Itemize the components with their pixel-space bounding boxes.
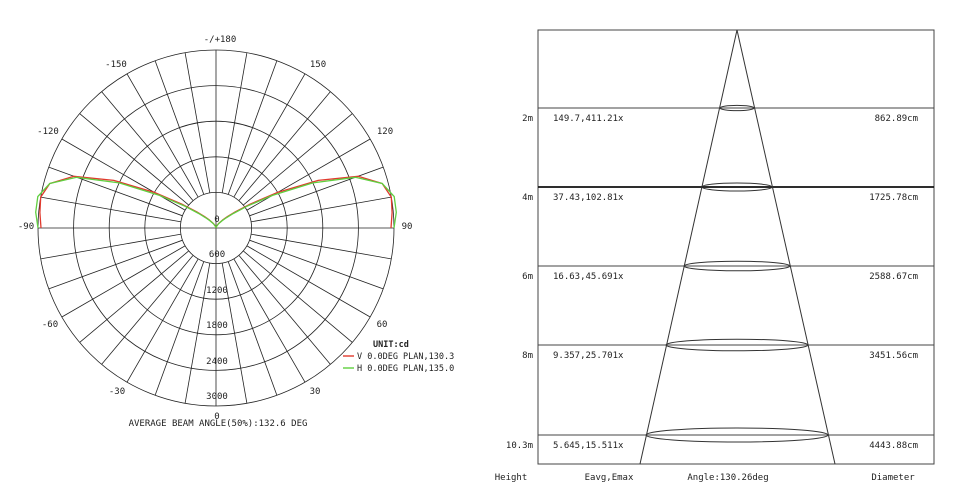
angle-label-180: -/+180 xyxy=(204,35,237,45)
angle-label-60: 60 xyxy=(377,320,388,330)
polar-spoke xyxy=(154,261,205,396)
row-diameter: 4443.88cm xyxy=(869,441,918,451)
row-height: 2m xyxy=(522,114,533,124)
polar-spoke xyxy=(126,258,199,383)
polar-spoke xyxy=(154,60,205,195)
polar-spoke xyxy=(249,239,384,290)
polar-spoke xyxy=(40,196,181,223)
row-diameter: 3451.56cm xyxy=(869,351,918,361)
angle-label-30: 30 xyxy=(310,387,321,397)
polar-spoke xyxy=(101,91,194,201)
polar-spoke xyxy=(184,52,211,193)
row-diameter: 1725.78cm xyxy=(869,193,918,203)
polar-spoke xyxy=(251,233,392,260)
polar-spoke xyxy=(238,91,331,201)
row-height: 10.3m xyxy=(506,441,533,451)
polar-spoke xyxy=(227,60,278,195)
polar-spoke xyxy=(227,261,278,396)
angle-label-150: 150 xyxy=(310,60,326,70)
polar-spoke xyxy=(61,245,186,318)
angle-label-90: 90 xyxy=(402,222,413,232)
radial-label-1800: 1800 xyxy=(206,321,228,331)
cone-frame xyxy=(537,29,935,465)
angle-label-neg90: -90 xyxy=(18,222,34,232)
row-eavg-emax: 149.7,411.21x xyxy=(553,114,624,124)
footer-diameter: Diameter xyxy=(871,473,915,483)
polar-spoke xyxy=(221,263,248,404)
polar-spoke xyxy=(40,233,181,260)
polar-spoke xyxy=(251,196,392,223)
polar-spoke xyxy=(48,166,183,217)
row-diameter: 862.89cm xyxy=(875,114,918,124)
polar-spoke xyxy=(243,113,353,206)
radial-label-0: 0 xyxy=(214,215,219,225)
polar-spoke xyxy=(126,73,199,198)
polar-plot: -/+180 150 -150 120 -120 90 -90 60 -60 3… xyxy=(18,35,454,429)
cone-diagram: 2m 149.7,411.21x 862.89cm 4m 37.43,102.8… xyxy=(495,29,935,483)
radial-label-1200: 1200 xyxy=(206,286,228,296)
row-eavg-emax: 16.63,45.691x xyxy=(553,272,624,282)
polar-spoke xyxy=(221,52,248,193)
polar-spoke xyxy=(61,138,186,211)
angle-label-120: 120 xyxy=(377,127,393,137)
radial-label-600: 600 xyxy=(209,250,225,260)
polar-spoke xyxy=(233,258,306,383)
polar-spoke xyxy=(233,73,306,198)
legend-label-v: V 0.0DEG PLAN,130.3 xyxy=(357,352,454,362)
polar-spoke xyxy=(246,245,371,318)
polar-spoke xyxy=(48,239,183,290)
polar-spoke xyxy=(249,166,384,217)
angle-label-neg150: -150 xyxy=(105,60,127,70)
beam-angle-text: AVERAGE BEAM ANGLE(50%):132.6 DEG xyxy=(129,419,308,429)
row-height: 8m xyxy=(522,351,533,361)
row-eavg-emax: 5.645,15.511x xyxy=(553,441,624,451)
row-eavg-emax: 37.43,102.81x xyxy=(553,193,624,203)
unit-label: UNIT:cd xyxy=(373,340,409,350)
legend-label-h: H 0.0DEG PLAN,135.0 xyxy=(357,364,454,374)
polar-spoke xyxy=(101,255,194,365)
photometric-report: -/+180 150 -150 120 -120 90 -90 60 -60 3… xyxy=(18,29,935,483)
row-height: 6m xyxy=(522,272,533,282)
row-height: 4m xyxy=(522,193,533,203)
polar-spoke xyxy=(238,255,331,365)
polar-spoke xyxy=(243,250,353,343)
row-diameter: 2588.67cm xyxy=(869,272,918,282)
angle-label-neg30: -30 xyxy=(109,387,125,397)
angle-label-neg60: -60 xyxy=(42,320,58,330)
cone-edge-right xyxy=(736,29,836,465)
polar-spoke xyxy=(79,250,189,343)
radial-label-3000: 3000 xyxy=(206,392,228,402)
angle-label-neg120: -120 xyxy=(37,127,59,137)
polar-spoke xyxy=(184,263,211,404)
radial-label-2400: 2400 xyxy=(206,357,228,367)
polar-spoke xyxy=(246,138,371,211)
footer-angle: Angle:130.26deg xyxy=(687,473,768,483)
row-eavg-emax: 9.357,25.701x xyxy=(553,351,624,361)
polar-spoke xyxy=(79,113,189,206)
cone-edge-left xyxy=(639,29,738,465)
footer-height: Height xyxy=(495,473,528,483)
footer-eavg-emax: Eavg,Emax xyxy=(585,473,634,483)
